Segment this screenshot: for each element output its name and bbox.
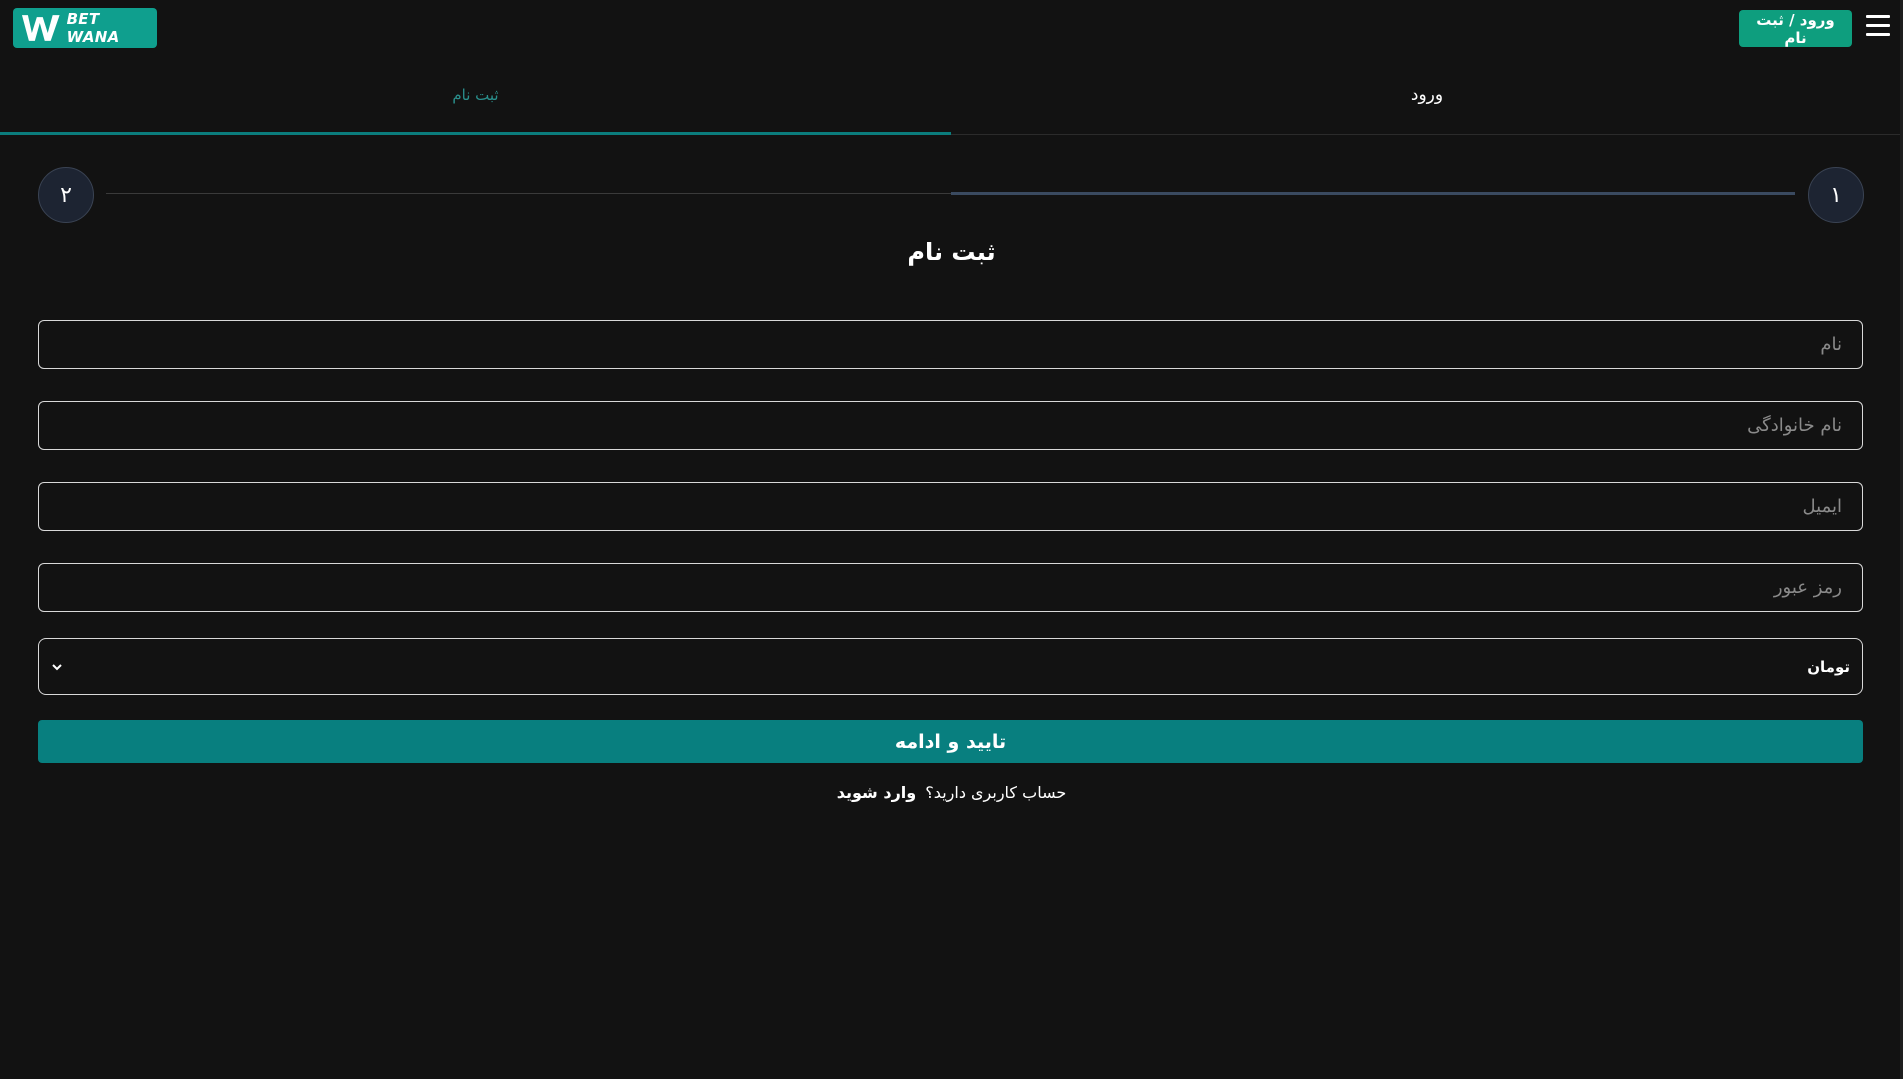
password-field (38, 563, 1863, 612)
last-name-input[interactable] (39, 402, 1862, 449)
active-tab-indicator (0, 132, 951, 135)
stepper-line-inactive (106, 193, 989, 194)
login-hint: حساب کاربری دارید؟ وارد شوید (0, 783, 1903, 802)
logo-mark-icon (21, 15, 60, 41)
email-input[interactable] (39, 483, 1862, 530)
hamburger-icon[interactable] (1866, 15, 1890, 39)
step-1-indicator: ۱ (1808, 167, 1864, 223)
page-title: ثبت نام (907, 238, 996, 266)
brand-name: BET WANA (66, 10, 120, 46)
tab-login[interactable]: ورود (951, 55, 1903, 134)
auth-tabs: ثبت نام ورود (0, 55, 1903, 135)
first-name-field (38, 320, 1863, 369)
step-2-indicator: ۲ (38, 167, 94, 223)
currency-value: تومان (1807, 657, 1850, 676)
confirm-continue-button[interactable]: تایید و ادامه (38, 720, 1863, 763)
last-name-field (38, 401, 1863, 450)
brand-logo[interactable]: BET WANA (13, 8, 157, 48)
login-register-button[interactable]: ورود / ثبت نام (1739, 10, 1852, 47)
have-account-text: حساب کاربری دارید؟ (925, 783, 1067, 802)
top-bar: BET WANA ورود / ثبت نام (0, 0, 1903, 55)
tab-register[interactable]: ثبت نام (0, 55, 951, 134)
stepper-line-active (951, 192, 1795, 195)
chevron-down-icon (52, 663, 62, 670)
email-field (38, 482, 1863, 531)
first-name-input[interactable] (39, 321, 1862, 368)
registration-stepper: ۲ ۱ (38, 167, 1865, 223)
password-input[interactable] (39, 564, 1862, 611)
currency-select[interactable]: تومان (38, 638, 1863, 695)
login-link[interactable]: وارد شوید (837, 783, 916, 802)
